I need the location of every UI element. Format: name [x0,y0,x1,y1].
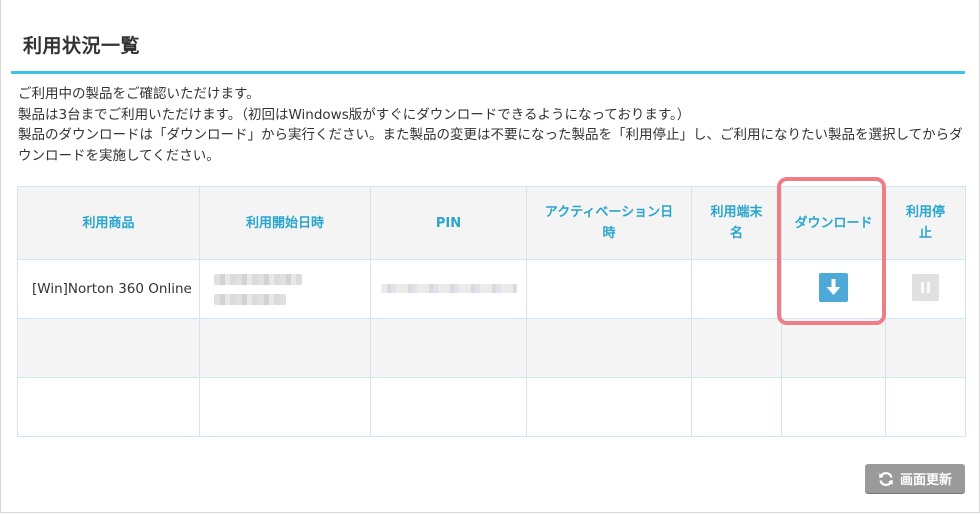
cell-activation-date [526,377,692,437]
cell-download [781,259,886,319]
cell-pin [370,318,527,378]
col-header-device-name-label: 利用端末名 [710,205,763,241]
intro-line: ご利用中の製品をご確認いただけます。 [18,86,260,102]
col-header-device-name: 利用端末名 [691,186,782,260]
col-header-activation-date-label: アクティベーション日時 [544,205,674,241]
cell-stop [885,377,966,437]
col-header-pin: PIN [370,186,527,260]
cell-stop [885,318,966,378]
cell-device-name [691,259,782,319]
cell-device-name [691,377,782,437]
redacted-text [214,293,286,305]
cell-activation-date [526,259,692,319]
cell-start-date [199,259,371,319]
col-header-start-date: 利用開始日時 [199,186,371,260]
col-header-activation-date: アクティベーション日時 [526,186,692,260]
table-row: [Win]Norton 360 Online [17,259,966,319]
pause-icon [921,281,924,293]
intro-text: ご利用中の製品をご確認いただけます。 製品は3台までご利用いただけます。（初回は… [18,84,968,166]
usage-panel: 利用状況一覧 ご利用中の製品をご確認いただけます。 製品は3台までご利用いただけ… [0,0,980,513]
redacted-text [381,284,517,293]
cell-start-date [199,318,371,378]
cell-stop [885,259,966,319]
col-header-stop: 利用停止 [885,186,966,260]
table-row [17,377,966,437]
col-header-stop-label: 利用停止 [905,205,945,241]
intro-line: 製品のダウンロードは「ダウンロード」から実行ください。また製品の変更は不要になっ… [18,127,963,164]
cell-start-date [199,377,371,437]
download-button[interactable] [819,272,848,302]
usage-table: 利用商品 利用開始日時 PIN アクティベーション日時 利用端末名 ダウンロード… [17,186,966,437]
col-header-download: ダウンロード [781,186,886,260]
stop-button[interactable] [912,273,939,301]
redacted-text [214,273,302,285]
table-header-row: 利用商品 利用開始日時 PIN アクティベーション日時 利用端末名 ダウンロード… [17,186,966,260]
cell-download [781,377,886,437]
cell-product: [Win]Norton 360 Online [17,259,200,319]
refresh-icon [879,471,893,486]
cell-product [17,377,200,437]
cell-product [17,318,200,378]
cell-device-name [691,318,782,378]
intro-line: 製品は3台までご利用いただけます。（初回はWindows版がすぐにダウンロードで… [18,106,691,123]
download-arrow-icon [826,278,841,295]
page-title: 利用状況一覧 [23,35,141,57]
cell-activation-date [526,318,692,378]
col-header-download-label: ダウンロード [794,215,873,231]
pause-icon-bar [927,281,930,293]
cell-pin [370,259,527,319]
cell-download [781,318,886,378]
table-row [17,318,966,378]
refresh-button-label: 画面更新 [899,473,952,488]
refresh-button[interactable]: 画面更新 [865,464,965,493]
title-divider [11,71,965,74]
cell-pin [370,377,527,437]
col-header-product: 利用商品 [17,186,200,260]
